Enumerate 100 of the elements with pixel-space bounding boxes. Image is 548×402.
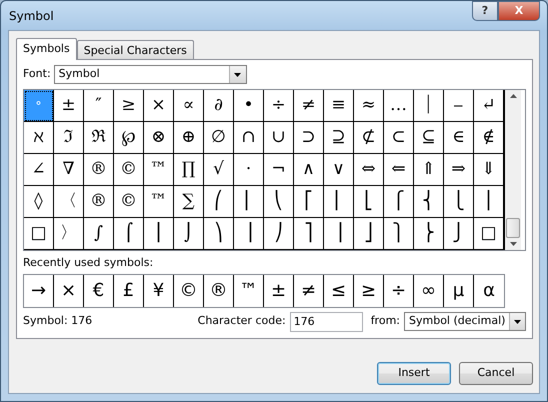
- symbol-cell[interactable]: ∏: [174, 154, 204, 186]
- recent-symbol-cell[interactable]: ∞: [414, 274, 444, 306]
- recent-symbol-cell[interactable]: ≤: [324, 274, 354, 306]
- symbol-cell[interactable]: ∂: [204, 90, 234, 122]
- symbol-cell[interactable]: ⎨: [414, 186, 444, 218]
- symbol-cell[interactable]: ™: [144, 186, 174, 218]
- symbol-cell[interactable]: ⊕: [174, 122, 204, 154]
- recent-symbol-cell[interactable]: ±: [264, 274, 294, 306]
- symbol-cell[interactable]: ⎠: [264, 218, 294, 250]
- symbol-cell[interactable]: 〈: [54, 186, 84, 218]
- symbol-cell[interactable]: ⇓: [474, 154, 504, 186]
- symbol-cell[interactable]: ⇒: [444, 154, 474, 186]
- symbol-cell[interactable]: ⏐: [414, 90, 444, 122]
- symbol-cell[interactable]: ∝: [174, 90, 204, 122]
- symbol-cell[interactable]: ±: [54, 90, 84, 122]
- symbol-cell[interactable]: ≥: [114, 90, 144, 122]
- symbol-cell[interactable]: ⎞: [204, 218, 234, 250]
- dialog-button[interactable]: Cancel: [459, 362, 533, 385]
- symbol-cell[interactable]: ℘: [114, 122, 144, 154]
- symbol-cell[interactable]: ⋅: [234, 154, 264, 186]
- symbol-cell[interactable]: ≠: [294, 90, 324, 122]
- symbol-cell[interactable]: ⎟: [234, 218, 264, 250]
- symbol-cell[interactable]: ∨: [324, 154, 354, 186]
- recent-symbol-cell[interactable]: ×: [54, 274, 84, 306]
- recent-symbol-cell[interactable]: ®: [204, 274, 234, 306]
- symbol-cell[interactable]: ∪: [264, 122, 294, 154]
- symbol-cell[interactable]: ⎯: [444, 90, 474, 122]
- help-button[interactable]: ?: [472, 1, 498, 21]
- recent-symbol-cell[interactable]: α: [474, 274, 504, 306]
- symbol-cell[interactable]: ¬: [264, 154, 294, 186]
- symbol-cell[interactable]: ×: [144, 90, 174, 122]
- symbol-cell[interactable]: ©: [114, 186, 144, 218]
- symbol-cell[interactable]: ©: [114, 154, 144, 186]
- symbol-cell[interactable]: ⎥: [324, 218, 354, 250]
- symbol-cell[interactable]: ∈: [444, 122, 474, 154]
- symbol-cell[interactable]: □: [474, 218, 504, 250]
- symbol-cell[interactable]: ⎡: [294, 186, 324, 218]
- symbol-cell[interactable]: ∇: [54, 154, 84, 186]
- symbol-cell[interactable]: ↵: [474, 90, 504, 122]
- symbol-cell[interactable]: ∅: [204, 122, 234, 154]
- recent-symbol-cell[interactable]: ≠: [294, 274, 324, 306]
- symbol-cell[interactable]: ⊂: [384, 122, 414, 154]
- recent-symbol-cell[interactable]: ™: [234, 274, 264, 306]
- symbol-cell[interactable]: ≡: [324, 90, 354, 122]
- symbol-cell[interactable]: 〉: [54, 218, 84, 250]
- scrollbar[interactable]: [505, 90, 521, 250]
- recent-symbol-cell[interactable]: →: [24, 274, 54, 306]
- symbol-cell[interactable]: ™: [144, 154, 174, 186]
- symbol-cell[interactable]: ⎧: [384, 186, 414, 218]
- symbol-cell[interactable]: ⌠: [114, 218, 144, 250]
- symbol-cell[interactable]: ⊗: [144, 122, 174, 154]
- symbol-cell[interactable]: ◊: [24, 186, 54, 218]
- symbol-cell[interactable]: ®: [84, 154, 114, 186]
- symbol-cell[interactable]: ⇐: [384, 154, 414, 186]
- recent-symbol-cell[interactable]: ÷: [384, 274, 414, 306]
- symbol-cell[interactable]: ∧: [294, 154, 324, 186]
- symbol-cell[interactable]: ®: [84, 186, 114, 218]
- tab[interactable]: Symbols: [16, 38, 77, 60]
- symbol-cell[interactable]: √: [204, 154, 234, 186]
- dialog-button[interactable]: Insert: [377, 362, 451, 385]
- recent-symbol-cell[interactable]: µ: [444, 274, 474, 306]
- symbol-cell[interactable]: ⌡: [174, 218, 204, 250]
- font-dropdown[interactable]: Symbol: [54, 65, 247, 84]
- from-dropdown[interactable]: Symbol (decimal): [404, 312, 526, 331]
- symbol-cell[interactable]: ″: [84, 90, 114, 122]
- recent-symbol-cell[interactable]: ©: [174, 274, 204, 306]
- symbol-cell[interactable]: ⎜: [234, 186, 264, 218]
- symbol-cell[interactable]: ∫: [84, 218, 114, 250]
- symbol-cell[interactable]: ℑ: [54, 122, 84, 154]
- symbol-cell[interactable]: ⎫: [384, 218, 414, 250]
- symbol-cell[interactable]: ∉: [474, 122, 504, 154]
- symbol-cell[interactable]: □: [24, 218, 54, 250]
- recent-symbol-cell[interactable]: £: [114, 274, 144, 306]
- symbol-cell[interactable]: ∠: [24, 154, 54, 186]
- symbol-cell[interactable]: ⎝: [264, 186, 294, 218]
- symbol-cell[interactable]: ⎭: [444, 218, 474, 250]
- symbol-cell[interactable]: ⎤: [294, 218, 324, 250]
- scroll-thumb[interactable]: [506, 218, 520, 238]
- symbol-cell[interactable]: ⎛: [204, 186, 234, 218]
- symbol-cell[interactable]: …: [384, 90, 414, 122]
- character-code-field[interactable]: 176: [290, 312, 363, 332]
- symbol-cell[interactable]: ℵ: [24, 122, 54, 154]
- symbol-cell[interactable]: ∩: [234, 122, 264, 154]
- symbol-cell[interactable]: ⊆: [414, 122, 444, 154]
- symbol-cell[interactable]: •: [234, 90, 264, 122]
- symbol-cell[interactable]: ≈: [354, 90, 384, 122]
- tab[interactable]: Special Characters: [76, 40, 194, 59]
- symbol-cell[interactable]: ⎣: [354, 186, 384, 218]
- symbol-cell[interactable]: ⎪: [474, 186, 504, 218]
- symbol-cell[interactable]: ⎦: [354, 218, 384, 250]
- symbol-cell[interactable]: ℜ: [84, 122, 114, 154]
- recent-symbol-cell[interactable]: ¥: [144, 274, 174, 306]
- recent-symbol-cell[interactable]: ≥: [354, 274, 384, 306]
- recent-symbol-cell[interactable]: €: [84, 274, 114, 306]
- symbol-cell[interactable]: ⎢: [324, 186, 354, 218]
- symbol-cell[interactable]: ⇔: [354, 154, 384, 186]
- symbol-cell[interactable]: ∑: [174, 186, 204, 218]
- symbol-cell[interactable]: ⇑: [414, 154, 444, 186]
- symbol-cell[interactable]: ⎩: [444, 186, 474, 218]
- symbol-cell[interactable]: ⊄: [354, 122, 384, 154]
